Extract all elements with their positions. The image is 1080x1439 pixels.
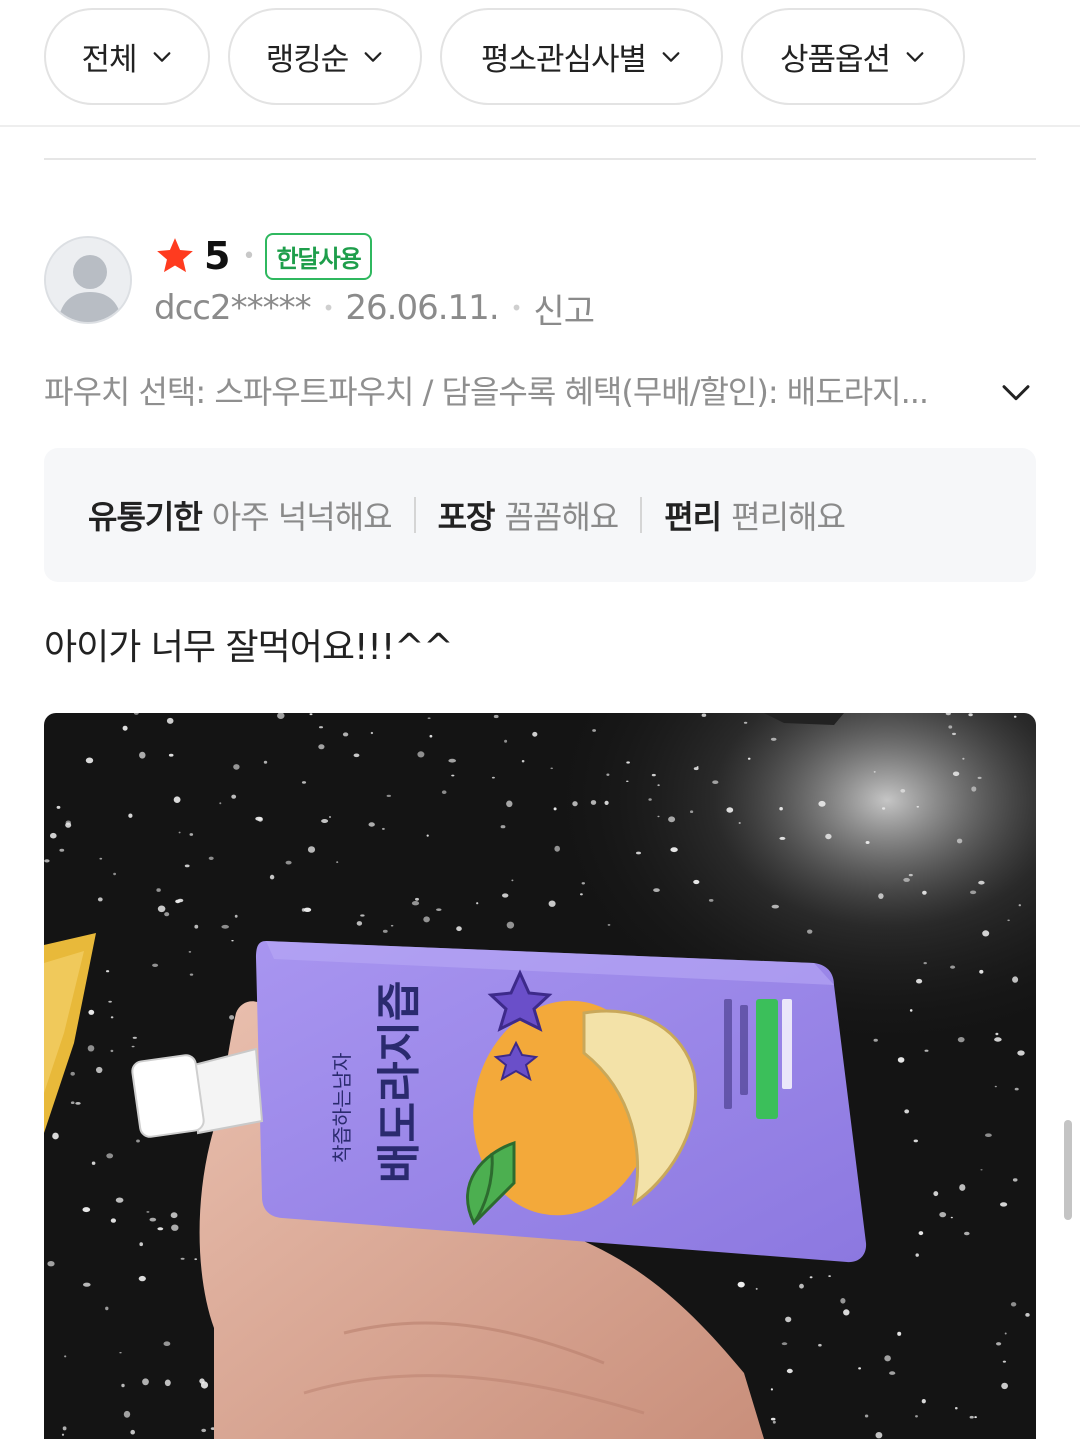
review-body-text: 아이가 너무 잘먹어요!!!^^ — [44, 627, 454, 668]
survey-divider — [413, 497, 416, 533]
pouch-name-text: 배도라지즙 — [374, 981, 425, 1183]
pouch-brand-text: 착즙하는남자 — [330, 1053, 354, 1163]
separator-dot: • — [322, 296, 335, 320]
survey-divider — [640, 497, 643, 533]
survey-value-packaging: 꼼꼼해요 — [504, 498, 619, 536]
review-meta: dcc2***** • 26.06.11. • 신고 — [154, 284, 595, 333]
filter-all-button[interactable]: 전체 — [44, 8, 210, 105]
user-silhouette-icon — [46, 238, 130, 322]
usage-badge: 한달사용 — [265, 232, 372, 280]
review-date: 26.06.11. — [345, 288, 499, 328]
filter-bar: 전체 랭킹순 평소관심사별 상품옵션 — [0, 0, 1080, 127]
chevron-down-icon — [662, 51, 680, 62]
report-link[interactable]: 신고 — [533, 284, 595, 333]
filter-option-button[interactable]: 상품옵션 — [741, 8, 965, 105]
filter-option-label: 상품옵션 — [779, 42, 891, 78]
survey-value-convenience: 편리해요 — [731, 498, 846, 536]
filter-all-label: 전체 — [81, 42, 137, 78]
separator-dot: • — [510, 296, 523, 320]
star-icon — [157, 238, 193, 273]
avatar — [44, 236, 132, 324]
chevron-down-icon — [906, 51, 924, 62]
survey-key-convenience: 편리 — [664, 498, 722, 536]
review-survey-box: 유통기한 아주 넉넉해요 포장 꼼꼼해요 편리 편리해요 — [44, 448, 1036, 582]
filter-interest-button[interactable]: 평소관심사별 — [440, 8, 723, 105]
filter-interest-label: 평소관심사별 — [480, 42, 647, 78]
filter-ranking-label: 랭킹순 — [265, 42, 350, 78]
survey-key-expiry: 유통기한 — [88, 498, 203, 536]
survey-value-expiry: 아주 넉넉해요 — [211, 498, 393, 536]
survey-key-packaging: 포장 — [437, 498, 496, 536]
review-photo[interactable]: 배도라지즙 착즙하는남자 — [44, 713, 1036, 1439]
chevron-down-icon — [364, 51, 382, 62]
chevron-down-icon — [153, 51, 170, 62]
rating-value: 5 — [204, 234, 231, 278]
filter-ranking-button[interactable]: 랭킹순 — [228, 8, 422, 105]
review-photo-image: 배도라지즙 착즙하는남자 — [44, 713, 1036, 1439]
chevron-down-icon[interactable] — [1000, 376, 1032, 408]
purchase-option-text: 파우치 선택: 스파우트파우치 / 담을수록 혜택(무배/할인): 배도라지..… — [44, 373, 929, 411]
rating-row: 5 • 한달사용 — [154, 232, 372, 280]
reviewer-name: dcc2***** — [154, 288, 312, 328]
scrollbar[interactable] — [1064, 1120, 1072, 1220]
section-divider — [44, 158, 1036, 160]
separator-dot: • — [242, 243, 256, 269]
purchase-option-row[interactable]: 파우치 선택: 스파우트파우치 / 담을수록 혜택(무배/할인): 배도라지..… — [44, 366, 1036, 414]
